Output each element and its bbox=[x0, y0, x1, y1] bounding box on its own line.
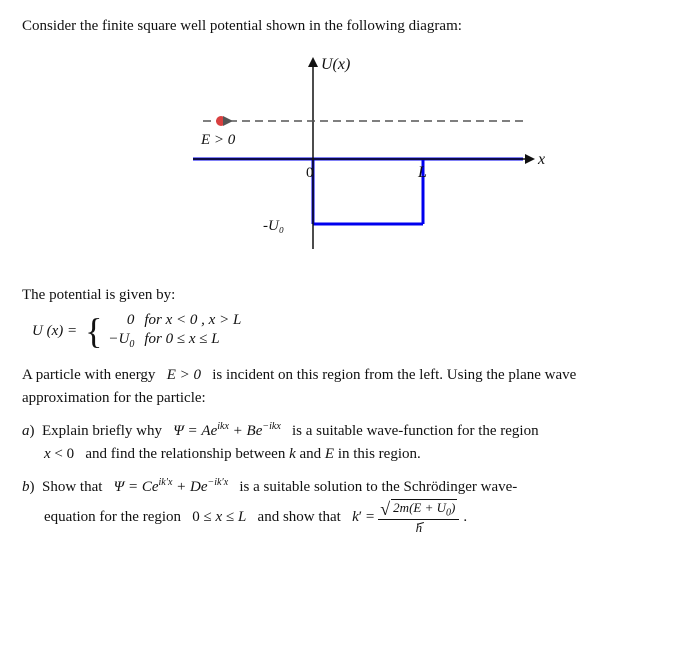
svg-text:-U₀: -U₀ bbox=[263, 218, 284, 234]
part-b-line2: equation for the region 0 ≤ x ≤ L and sh… bbox=[44, 499, 663, 536]
svg-text:x: x bbox=[537, 151, 545, 168]
piecewise-equation: U (x) = { 0 for x < 0 , x > L −U0 for 0 … bbox=[32, 312, 663, 350]
part-b-label: b) Show that Ψ = Ceik′x + De−ik′x is a s… bbox=[22, 479, 517, 495]
kprime-numer: √ 2m(E + U0) bbox=[378, 499, 459, 521]
sqrt-symbol: √ bbox=[380, 500, 390, 518]
diagram-area: U(x) x 0 L -U₀ E > 0 bbox=[22, 49, 663, 269]
kprime-denom: h bbox=[414, 520, 425, 536]
svg-text:0: 0 bbox=[306, 165, 314, 181]
case-1: 0 for x < 0 , x > L bbox=[106, 312, 241, 329]
period: . bbox=[463, 506, 467, 529]
part-b-region: equation for the region 0 ≤ x ≤ L and sh… bbox=[44, 506, 374, 529]
part-a-line2: x < 0 and find the relationship between … bbox=[44, 443, 663, 466]
piecewise-cases: 0 for x < 0 , x > L −U0 for 0 ≤ x ≤ L bbox=[106, 312, 241, 350]
svg-text:E > 0: E > 0 bbox=[200, 132, 236, 148]
case1-cond: for x < 0 , x > L bbox=[144, 312, 241, 329]
part-a-label: a) Explain briefly why Ψ = Aeikx + Be−ik… bbox=[22, 423, 539, 439]
part-b-wavefunction: Ψ = Ceik′x + De−ik′x bbox=[114, 479, 232, 495]
energy-expr: E > 0 bbox=[167, 367, 201, 383]
potential-label: The potential is given by: bbox=[22, 287, 663, 304]
part-b: b) Show that Ψ = Ceik′x + De−ik′x is a s… bbox=[22, 475, 663, 536]
sqrt-expression: √ 2m(E + U0) bbox=[380, 499, 457, 520]
part-a-wavefunction: Ψ = Aeikx + Be−ikx bbox=[173, 423, 284, 439]
svg-text:L: L bbox=[417, 164, 427, 181]
particle-description: A particle with energy E > 0 is incident… bbox=[22, 364, 663, 409]
case2-cond: for 0 ≤ x ≤ L bbox=[144, 331, 219, 350]
case-2: −U0 for 0 ≤ x ≤ L bbox=[106, 331, 241, 350]
case1-val: 0 bbox=[106, 312, 134, 329]
diagram-svg: U(x) x 0 L -U₀ E > 0 bbox=[133, 49, 553, 269]
sqrt-content: 2m(E + U0) bbox=[391, 499, 457, 520]
svg-text:U(x): U(x) bbox=[321, 56, 350, 73]
kprime-fraction: √ 2m(E + U0) h bbox=[378, 499, 459, 536]
intro-text: Consider the finite square well potentia… bbox=[22, 18, 663, 35]
part-a: a) Explain briefly why Ψ = Aeikx + Be−ik… bbox=[22, 419, 663, 467]
piecewise-brace: { bbox=[85, 316, 102, 347]
hbar-symbol: h bbox=[416, 520, 423, 536]
case2-val: −U0 bbox=[106, 331, 134, 350]
piecewise-lhs: U (x) = bbox=[32, 323, 77, 340]
